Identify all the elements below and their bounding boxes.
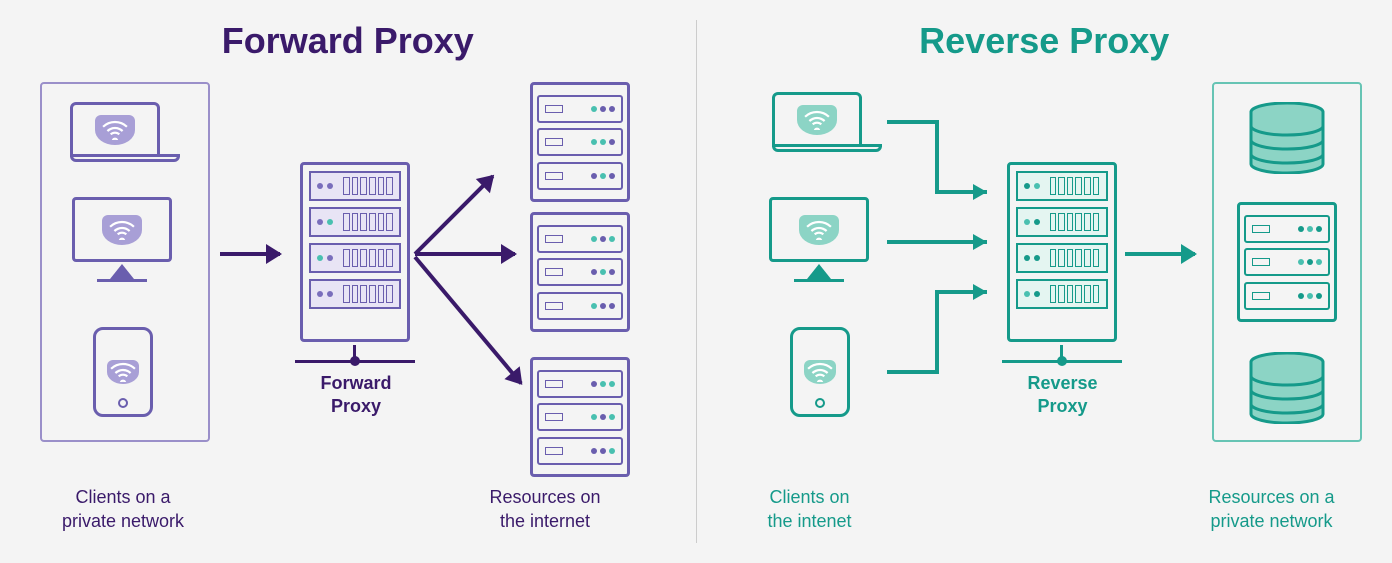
resource-server-icon bbox=[530, 82, 630, 202]
resource-server-icon bbox=[1237, 202, 1337, 322]
client-arrows bbox=[877, 82, 1007, 422]
reverse-proxy-server-icon bbox=[1007, 162, 1117, 342]
wifi-icon bbox=[797, 105, 837, 135]
resources-label: Resources onthe internet bbox=[460, 486, 630, 533]
forward-proxy-server-icon bbox=[300, 162, 410, 342]
database-icon bbox=[1247, 102, 1327, 179]
reverse-diagram: ReverseProxy bbox=[727, 82, 1363, 462]
network-drop bbox=[1060, 345, 1063, 359]
monitor-icon bbox=[769, 197, 869, 282]
reverse-proxy-panel: Reverse Proxy bbox=[697, 0, 1392, 563]
laptop-icon bbox=[70, 102, 180, 162]
wifi-icon bbox=[107, 360, 139, 384]
laptop-icon bbox=[772, 92, 882, 152]
database-icon bbox=[1247, 352, 1327, 429]
forward-title: Forward Proxy bbox=[30, 20, 666, 62]
wifi-icon bbox=[102, 215, 142, 245]
phone-icon bbox=[790, 327, 850, 417]
clients-label: Clients onthe intenet bbox=[735, 486, 885, 533]
monitor-icon bbox=[72, 197, 172, 282]
wifi-icon bbox=[804, 360, 836, 384]
resources-label: Resources on aprivate network bbox=[1187, 486, 1357, 533]
arrow-clients-to-proxy bbox=[220, 252, 280, 256]
resource-server-icon bbox=[530, 212, 630, 332]
clients-label: Clients on aprivate network bbox=[38, 486, 208, 533]
forward-proxy-label: ForwardProxy bbox=[306, 372, 406, 419]
wifi-icon bbox=[799, 215, 839, 245]
arrow-proxy-to-resources bbox=[1125, 252, 1195, 256]
arrow-proxy-to-res1 bbox=[414, 175, 495, 256]
resource-server-icon bbox=[530, 357, 630, 477]
reverse-proxy-label: ReverseProxy bbox=[1013, 372, 1113, 419]
reverse-title: Reverse Proxy bbox=[727, 20, 1363, 62]
network-drop bbox=[353, 345, 356, 359]
wifi-icon bbox=[95, 115, 135, 145]
arrow-proxy-to-res3 bbox=[413, 256, 522, 385]
forward-proxy-panel: Forward Proxy bbox=[0, 0, 696, 563]
diagram-container: Forward Proxy bbox=[0, 0, 1392, 563]
arrow-proxy-to-res2 bbox=[415, 252, 515, 256]
forward-diagram: ForwardProxy bbox=[30, 82, 666, 462]
tablet-icon bbox=[93, 327, 153, 417]
